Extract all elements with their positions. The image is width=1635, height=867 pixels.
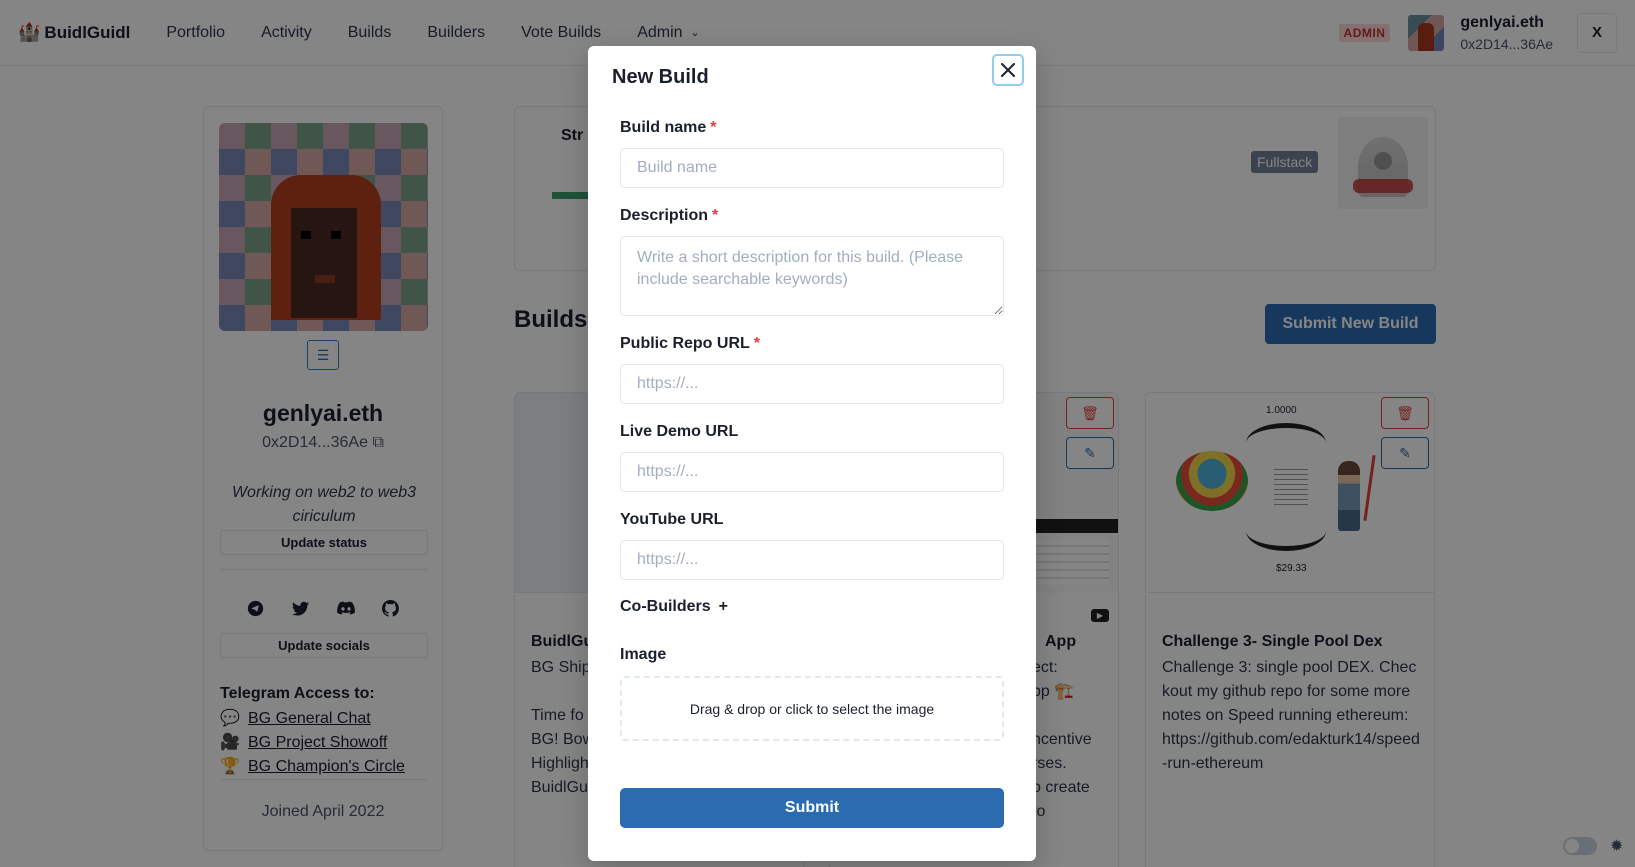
youtube-url-input[interactable] [620,540,1004,580]
build-name-input[interactable] [620,148,1004,188]
repo-url-input[interactable] [620,364,1004,404]
description-textarea[interactable] [620,236,1004,316]
description-label: Description * [620,207,719,224]
close-button[interactable] [992,54,1024,86]
co-builders-label: Co-Builders [620,598,711,615]
close-icon [1001,63,1015,77]
image-dropzone[interactable]: Drag & drop or click to select the image [620,676,1004,741]
build-name-label: Build name * [620,119,717,136]
modal-title: New Build [612,66,709,88]
demo-url-input[interactable] [620,452,1004,492]
image-label: Image [620,646,667,663]
demo-url-label: Live Demo URL [620,423,739,440]
submit-button[interactable]: Submit [620,788,1004,828]
youtube-url-label: YouTube URL [620,511,724,528]
plus-icon: + [718,598,729,615]
new-build-modal: New Build Build name* Description* Publi… [588,46,1036,861]
repo-url-label: Public Repo URL * [620,335,761,352]
co-builders-toggle[interactable]: Co-Builders + [620,598,728,616]
dropzone-text: Drag & drop or click to select the image [689,700,935,717]
